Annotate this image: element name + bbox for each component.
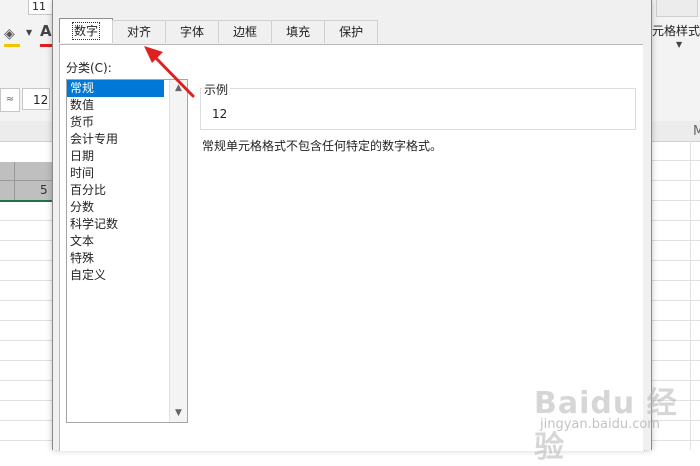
dialog-title-strip bbox=[53, 0, 651, 8]
grid-line bbox=[652, 200, 700, 201]
category-item-accounting[interactable]: 会计专用 bbox=[67, 131, 164, 148]
grid-line bbox=[0, 300, 52, 301]
category-item-custom[interactable]: 自定义 bbox=[67, 267, 164, 284]
cell-styles-button[interactable]: 元格样式 bbox=[652, 22, 700, 39]
category-item-date[interactable]: 日期 bbox=[67, 148, 164, 165]
cell-divider bbox=[14, 162, 15, 200]
category-item-time[interactable]: 时间 bbox=[67, 165, 164, 182]
cell-value: 5 bbox=[40, 183, 48, 197]
grid-line bbox=[0, 240, 52, 241]
grid-line bbox=[652, 300, 700, 301]
grid-line bbox=[0, 400, 52, 401]
font-size-box[interactable]: 11 bbox=[28, 0, 55, 15]
tab-bar: 数字 对齐 字体 边框 填充 保护 bbox=[59, 18, 379, 44]
category-item-special[interactable]: 特殊 bbox=[67, 250, 164, 267]
grid-line bbox=[0, 260, 52, 261]
category-scrollbar[interactable]: ▲ ▼ bbox=[169, 80, 187, 422]
category-label: 分类(C): bbox=[66, 61, 112, 75]
cell-styles-icon[interactable] bbox=[656, 0, 698, 17]
fill-color-icon[interactable]: ◈ bbox=[4, 24, 24, 44]
grid-line bbox=[0, 280, 52, 281]
grid-line bbox=[652, 340, 700, 341]
cell-divider bbox=[0, 180, 52, 181]
grid-line bbox=[652, 220, 700, 221]
grid-line bbox=[0, 380, 52, 381]
font-color-swatch bbox=[40, 44, 52, 47]
column-letter[interactable]: M bbox=[693, 124, 700, 139]
sample-title: 示例 bbox=[202, 81, 231, 98]
scroll-down-icon[interactable]: ▼ bbox=[170, 405, 187, 422]
category-item-general[interactable]: 常规 bbox=[67, 80, 164, 97]
format-description: 常规单元格格式不包含任何特定的数字格式。 bbox=[202, 139, 443, 153]
column-header bbox=[0, 121, 52, 142]
grid-line bbox=[0, 420, 52, 421]
category-item-scientific[interactable]: 科学记数 bbox=[67, 216, 164, 233]
grid-line bbox=[652, 240, 700, 241]
sample-value: 12 bbox=[212, 107, 228, 121]
scroll-up-icon[interactable]: ▲ bbox=[170, 80, 187, 97]
tab-fill[interactable]: 填充 bbox=[271, 20, 326, 43]
tab-border[interactable]: 边框 bbox=[218, 20, 273, 43]
grid-line bbox=[652, 360, 700, 361]
cell-style-icon[interactable]: ≈ bbox=[0, 88, 20, 112]
grid-line bbox=[0, 360, 52, 361]
tab-font[interactable]: 字体 bbox=[165, 20, 220, 43]
grid-line bbox=[652, 320, 700, 321]
category-item-text[interactable]: 文本 bbox=[67, 233, 164, 250]
chevron-down-icon[interactable]: ▼ bbox=[26, 28, 32, 37]
grid-line bbox=[652, 180, 700, 181]
category-item-fraction[interactable]: 分数 bbox=[67, 199, 164, 216]
grid-line bbox=[0, 220, 52, 221]
category-item-number[interactable]: 数值 bbox=[67, 97, 164, 114]
category-list[interactable]: 常规 数值 货币 会计专用 日期 时间 百分比 分数 科学记数 文本 特殊 自定… bbox=[66, 79, 188, 423]
category-item-percentage[interactable]: 百分比 bbox=[67, 182, 164, 199]
grid-line bbox=[0, 320, 52, 321]
tab-number[interactable]: 数字 bbox=[59, 18, 114, 43]
category-item-currency[interactable]: 货币 bbox=[67, 114, 164, 131]
grid-line bbox=[652, 160, 700, 161]
fill-color-swatch bbox=[4, 44, 20, 47]
watermark-url: jingyan.baidu.com bbox=[540, 417, 660, 432]
tab-protection[interactable]: 保护 bbox=[324, 20, 379, 43]
tab-label: 数字 bbox=[71, 22, 101, 40]
tab-alignment[interactable]: 对齐 bbox=[112, 20, 167, 43]
name-box[interactable]: 12 bbox=[22, 88, 50, 110]
sample-group bbox=[200, 88, 636, 130]
grid-line bbox=[652, 280, 700, 281]
grid-line bbox=[652, 260, 700, 261]
grid-line bbox=[0, 340, 52, 341]
chevron-down-icon[interactable]: ▼ bbox=[676, 40, 682, 49]
grid-line bbox=[0, 440, 52, 441]
worksheet-row[interactable] bbox=[0, 142, 52, 164]
font-color-icon[interactable]: A bbox=[40, 22, 52, 40]
